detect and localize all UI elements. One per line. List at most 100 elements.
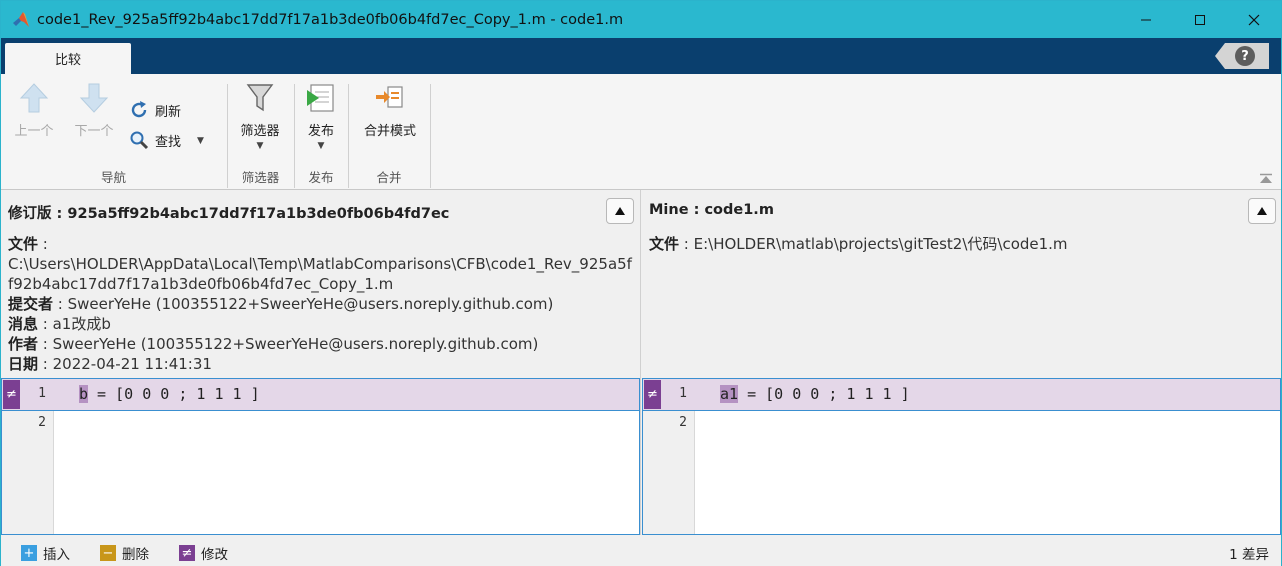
code-row[interactable]: 2	[2, 411, 639, 441]
filter-group-label: 筛选器	[241, 170, 280, 185]
tab-compare[interactable]: 比较	[5, 43, 131, 74]
publish-dropdown-icon: ▼	[317, 141, 325, 151]
code-line: b = [0 0 0 ; 1 1 1 ]	[79, 385, 260, 403]
merge-icon	[376, 86, 403, 108]
navigation-group: 上一个 下一个 刷新 查找 ▼ 导航	[1, 82, 226, 188]
right-pane: Mine : code1.m 文件 : E:\HOLDER\matlab\pro…	[642, 190, 1281, 535]
modified-line[interactable]: ≠ 1 b = [0 0 0 ; 1 1 1 ]	[2, 379, 639, 411]
modify-icon: ≠	[179, 545, 195, 561]
file-label: 文件	[8, 235, 39, 253]
legend-insert: + 插入	[21, 543, 70, 563]
up-arrow-icon	[19, 83, 49, 113]
navigation-group-label: 导航	[100, 170, 126, 185]
title-bar: code1_Rev_925a5ff92b4abc17dd7f17a1b3de0f…	[1, 1, 1281, 38]
refresh-label: 刷新	[155, 104, 182, 120]
close-icon	[1248, 14, 1260, 25]
minimize-button[interactable]	[1119, 1, 1173, 38]
line-number: 2	[38, 415, 46, 430]
line-number: 2	[679, 415, 687, 430]
filter-label: 筛选器	[240, 124, 280, 139]
publish-label: 发布	[307, 124, 334, 139]
author-label: 作者	[8, 335, 39, 353]
window-controls	[1119, 1, 1281, 38]
merge-mode-label: 合并模式	[363, 124, 416, 139]
left-file-path: C:\Users\HOLDER\AppData\Local\Temp\Matla…	[8, 255, 632, 293]
ribbon-toolstrip: 上一个 下一个 刷新 查找 ▼ 导航 筛选器 ▼ 筛选器 发布 ▼ 发布 合并模…	[1, 74, 1281, 190]
find-dropdown-icon[interactable]: ▼	[197, 136, 204, 146]
line-number: 1	[38, 386, 46, 401]
insert-label: 插入	[43, 547, 70, 563]
publish-icon	[307, 84, 334, 112]
publish-group-label: 发布	[308, 170, 334, 185]
code-row[interactable]: 2	[643, 411, 1280, 441]
code-rest: = [0 0 0 ; 1 1 1 ]	[738, 385, 910, 403]
help-button[interactable]: ?	[1215, 43, 1269, 69]
previous-button[interactable]: 上一个	[11, 82, 57, 139]
find-button[interactable]: 查找 ▼	[129, 130, 204, 150]
triangle-up-icon	[1257, 207, 1267, 215]
maximize-button[interactable]	[1173, 1, 1227, 38]
magnifier-icon	[130, 131, 149, 150]
changed-token: a1	[720, 385, 739, 403]
author-value: SweerYeHe (100355122+SweerYeHe@users.nor…	[52, 335, 539, 353]
line-number: 1	[679, 386, 687, 401]
publish-group: 发布 ▼ 发布	[295, 82, 347, 188]
comparison-window: code1_Rev_925a5ff92b4abc17dd7f17a1b3de0f…	[0, 0, 1282, 566]
right-code-view[interactable]: ≠ 1 a1 = [0 0 0 ; 1 1 1 ] 2	[642, 378, 1281, 535]
delete-label: 删除	[122, 547, 149, 563]
left-pane-title: 修订版 : 925a5ff92b4abc17dd7f17a1b3de0fb06b…	[8, 206, 450, 222]
filter-group: 筛选器 ▼ 筛选器	[228, 82, 293, 188]
down-arrow-icon	[79, 83, 109, 113]
separator	[430, 84, 431, 188]
date-value: 2022-04-21 11:41:31	[52, 355, 212, 373]
code-rest: = [0 0 0 ; 1 1 1 ]	[88, 385, 260, 403]
left-file-info: 文件 : C:\Users\HOLDER\AppData\Local\Temp\…	[8, 234, 634, 374]
maximize-icon	[1195, 14, 1205, 25]
left-pane: 修订版 : 925a5ff92b4abc17dd7f17a1b3de0fb06b…	[1, 190, 641, 535]
next-label: 下一个	[74, 124, 114, 139]
insert-icon: +	[21, 545, 37, 561]
filter-button[interactable]: 筛选器 ▼	[234, 82, 286, 151]
publish-button[interactable]: 发布 ▼	[299, 82, 343, 151]
right-file-info: 文件 : E:\HOLDER\matlab\projects\gitTest2\…	[649, 235, 1068, 253]
find-label: 查找	[155, 134, 182, 150]
left-collapse-button[interactable]	[606, 198, 634, 224]
refresh-icon	[131, 101, 147, 118]
merge-group: 合并模式 合并	[349, 82, 429, 188]
merge-group-label: 合并	[376, 170, 402, 185]
difference-count: 1 差异	[1229, 547, 1269, 563]
committer-label: 提交者	[8, 295, 54, 313]
message-label: 消息	[8, 315, 39, 333]
date-label: 日期	[8, 355, 39, 373]
committer-value: SweerYeHe (100355122+SweerYeHe@users.nor…	[67, 295, 554, 313]
ribbon-tab-strip: 比较 ?	[1, 38, 1281, 74]
modify-label: 修改	[201, 547, 228, 563]
matlab-logo-icon	[13, 11, 29, 27]
window-title: code1_Rev_925a5ff92b4abc17dd7f17a1b3de0f…	[37, 11, 624, 28]
message-value: a1改成b	[52, 315, 111, 333]
file-label: 文件	[649, 235, 680, 253]
right-pane-title: Mine : code1.m	[649, 202, 774, 218]
modified-line[interactable]: ≠ 1 a1 = [0 0 0 ; 1 1 1 ]	[643, 379, 1280, 411]
status-bar: + 插入 − 删除 ≠ 修改 1 差异	[1, 536, 1281, 566]
triangle-up-icon	[615, 207, 625, 215]
collapse-ribbon-icon[interactable]	[1259, 173, 1273, 185]
next-button[interactable]: 下一个	[71, 82, 117, 139]
minimize-icon	[1141, 19, 1151, 20]
legend-delete: − 删除	[100, 543, 149, 563]
refresh-button[interactable]: 刷新	[129, 100, 181, 120]
code-line: a1 = [0 0 0 ; 1 1 1 ]	[720, 385, 910, 403]
help-icon: ?	[1235, 46, 1255, 66]
previous-label: 上一个	[14, 124, 54, 139]
modified-marker-icon: ≠	[3, 380, 20, 409]
close-button[interactable]	[1227, 1, 1281, 38]
right-collapse-button[interactable]	[1248, 198, 1276, 224]
merge-mode-button[interactable]: 合并模式	[355, 82, 425, 139]
changed-token: b	[79, 385, 89, 403]
delete-icon: −	[100, 545, 116, 561]
funnel-icon	[246, 84, 274, 112]
right-file-path: E:\HOLDER\matlab\projects\gitTest2\代码\co…	[693, 235, 1068, 253]
legend-modify: ≠ 修改	[179, 543, 228, 563]
filter-dropdown-icon: ▼	[256, 141, 264, 151]
left-code-view[interactable]: ≠ 1 b = [0 0 0 ; 1 1 1 ] 2	[1, 378, 640, 535]
